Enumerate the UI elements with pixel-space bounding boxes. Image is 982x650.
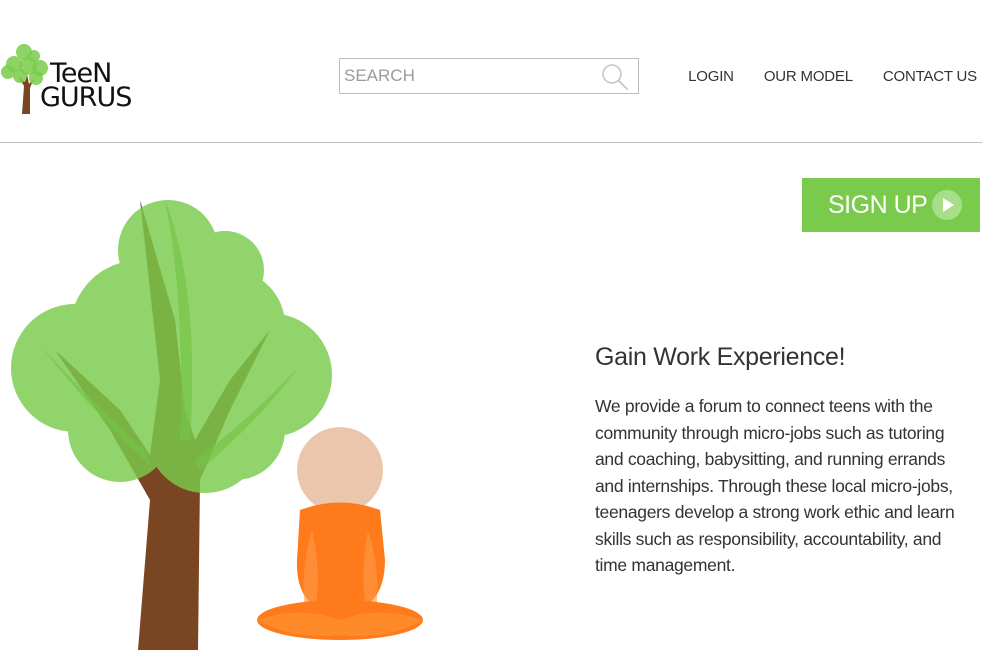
nav-login[interactable]: LOGIN bbox=[688, 68, 734, 85]
hero-content: Gain Work Experience! We provide a forum… bbox=[595, 342, 955, 579]
main-nav: LOGIN OUR MODEL CONTACT US bbox=[658, 68, 977, 85]
hero-illustration bbox=[0, 180, 460, 650]
nav-contact-us[interactable]: CONTACT US bbox=[883, 68, 977, 85]
search-input[interactable] bbox=[340, 59, 599, 93]
tree-and-monk-illustration bbox=[11, 200, 423, 650]
page: TeeN GURUS LOGIN OUR MODEL CONTACT US SI… bbox=[0, 0, 982, 650]
monk-figure bbox=[257, 427, 423, 640]
sign-up-button[interactable]: SIGN UP bbox=[802, 178, 980, 232]
search-icon[interactable] bbox=[600, 63, 630, 91]
sign-up-label: SIGN UP bbox=[828, 190, 928, 219]
hero-heading: Gain Work Experience! bbox=[595, 343, 846, 371]
play-icon bbox=[932, 190, 962, 220]
logo-text-line-2: GURUS bbox=[40, 82, 132, 113]
search-box bbox=[339, 58, 639, 94]
header: TeeN GURUS LOGIN OUR MODEL CONTACT US bbox=[0, 0, 982, 143]
hero-description: We provide a forum to connect teens with… bbox=[595, 396, 955, 576]
nav-our-model[interactable]: OUR MODEL bbox=[764, 68, 853, 85]
